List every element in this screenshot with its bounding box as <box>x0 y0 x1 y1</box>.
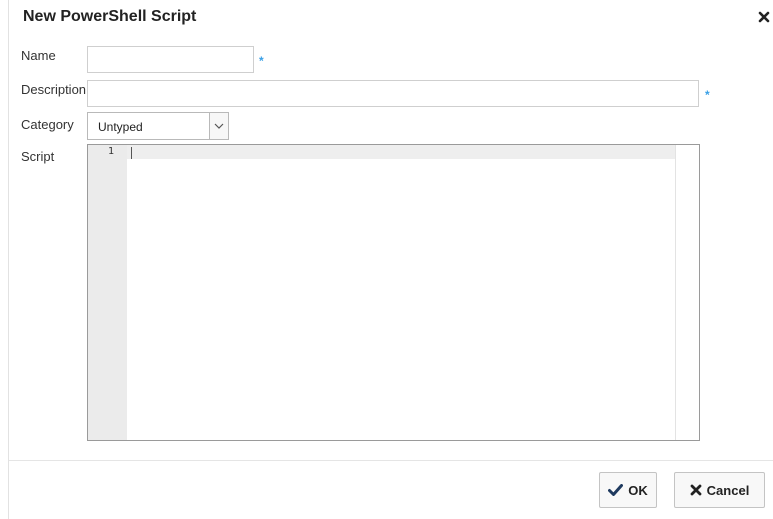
text-cursor <box>131 147 132 159</box>
category-select[interactable]: Untyped <box>87 112 229 140</box>
name-input[interactable] <box>87 46 254 73</box>
description-input[interactable] <box>87 80 699 107</box>
ok-button-label: OK <box>628 482 648 498</box>
editor-scrollbar[interactable] <box>675 145 699 440</box>
active-line-highlight <box>127 145 676 159</box>
chevron-down-icon[interactable] <box>209 113 228 139</box>
category-label: Category <box>21 117 74 132</box>
script-editor[interactable]: 1 <box>87 144 700 441</box>
line-number-gutter: 1 <box>88 145 127 440</box>
cancel-button-label: Cancel <box>706 482 750 498</box>
close-icon[interactable] <box>757 10 771 24</box>
description-label: Description <box>21 82 87 97</box>
checkmark-icon <box>608 484 624 496</box>
ok-button[interactable]: OK <box>599 472 657 508</box>
description-required-marker: * <box>705 88 710 102</box>
x-icon <box>690 484 702 496</box>
cancel-button[interactable]: Cancel <box>674 472 765 508</box>
dialog-title: New PowerShell Script <box>23 8 197 25</box>
name-label: Name <box>21 48 56 63</box>
name-required-marker: * <box>259 54 264 68</box>
new-powershell-script-dialog: New PowerShell Script Name * Description… <box>8 0 773 519</box>
script-label: Script <box>21 149 55 164</box>
line-number: 1 <box>107 146 114 157</box>
footer-divider <box>9 460 773 461</box>
category-selected-value: Untyped <box>98 120 143 134</box>
